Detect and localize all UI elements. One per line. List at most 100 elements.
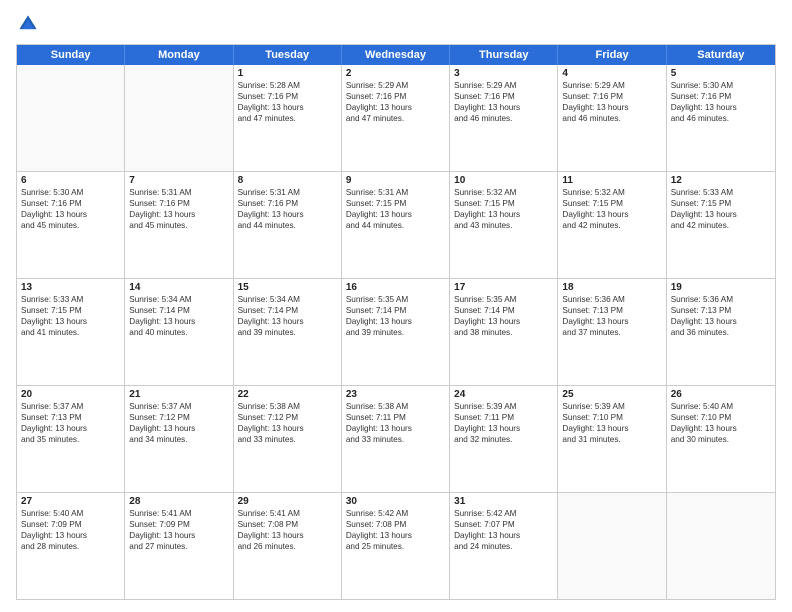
day-number: 10: [454, 175, 553, 186]
cell-line: and 39 minutes.: [346, 327, 445, 338]
day-number: 25: [562, 389, 661, 400]
cell-line: Sunrise: 5:33 AM: [671, 187, 771, 198]
day-number: 26: [671, 389, 771, 400]
cell-line: and 31 minutes.: [562, 434, 661, 445]
day-cell-22: 22Sunrise: 5:38 AMSunset: 7:12 PMDayligh…: [234, 386, 342, 492]
cell-line: Sunrise: 5:34 AM: [238, 294, 337, 305]
day-cell-29: 29Sunrise: 5:41 AMSunset: 7:08 PMDayligh…: [234, 493, 342, 599]
cell-line: and 42 minutes.: [562, 220, 661, 231]
day-cell-empty: [558, 493, 666, 599]
cell-line: Sunset: 7:12 PM: [129, 412, 228, 423]
day-number: 8: [238, 175, 337, 186]
cell-line: and 45 minutes.: [129, 220, 228, 231]
day-cell-7: 7Sunrise: 5:31 AMSunset: 7:16 PMDaylight…: [125, 172, 233, 278]
day-cell-1: 1Sunrise: 5:28 AMSunset: 7:16 PMDaylight…: [234, 65, 342, 171]
cell-line: and 46 minutes.: [454, 113, 553, 124]
cell-line: Sunrise: 5:41 AM: [238, 508, 337, 519]
cell-line: Sunset: 7:15 PM: [454, 198, 553, 209]
header-day-sunday: Sunday: [17, 45, 125, 65]
cell-line: and 44 minutes.: [238, 220, 337, 231]
day-cell-11: 11Sunrise: 5:32 AMSunset: 7:15 PMDayligh…: [558, 172, 666, 278]
cell-line: Sunrise: 5:32 AM: [454, 187, 553, 198]
day-number: 14: [129, 282, 228, 293]
day-number: 23: [346, 389, 445, 400]
cell-line: Daylight: 13 hours: [562, 209, 661, 220]
day-number: 22: [238, 389, 337, 400]
cell-line: Sunset: 7:09 PM: [129, 519, 228, 530]
cell-line: and 26 minutes.: [238, 541, 337, 552]
cell-line: Daylight: 13 hours: [346, 530, 445, 541]
cell-line: Sunrise: 5:31 AM: [238, 187, 337, 198]
cell-line: Sunrise: 5:29 AM: [562, 80, 661, 91]
logo: [16, 12, 44, 36]
day-cell-25: 25Sunrise: 5:39 AMSunset: 7:10 PMDayligh…: [558, 386, 666, 492]
cell-line: Daylight: 13 hours: [238, 209, 337, 220]
header-day-friday: Friday: [558, 45, 666, 65]
cell-line: Sunrise: 5:31 AM: [346, 187, 445, 198]
calendar-body: 1Sunrise: 5:28 AMSunset: 7:16 PMDaylight…: [17, 65, 775, 599]
cell-line: Daylight: 13 hours: [129, 316, 228, 327]
cell-line: Daylight: 13 hours: [238, 423, 337, 434]
cell-line: Daylight: 13 hours: [346, 209, 445, 220]
day-number: 9: [346, 175, 445, 186]
cell-line: Daylight: 13 hours: [454, 530, 553, 541]
day-number: 24: [454, 389, 553, 400]
cell-line: Sunrise: 5:30 AM: [671, 80, 771, 91]
cell-line: Sunset: 7:09 PM: [21, 519, 120, 530]
cell-line: Daylight: 13 hours: [562, 316, 661, 327]
cell-line: Sunset: 7:13 PM: [21, 412, 120, 423]
cell-line: Sunset: 7:14 PM: [454, 305, 553, 316]
day-number: 2: [346, 68, 445, 79]
day-cell-24: 24Sunrise: 5:39 AMSunset: 7:11 PMDayligh…: [450, 386, 558, 492]
cell-line: Daylight: 13 hours: [21, 316, 120, 327]
day-cell-empty: [125, 65, 233, 171]
cell-line: and 46 minutes.: [671, 113, 771, 124]
cell-line: Sunrise: 5:36 AM: [671, 294, 771, 305]
cell-line: Sunset: 7:10 PM: [671, 412, 771, 423]
day-number: 6: [21, 175, 120, 186]
cell-line: and 33 minutes.: [346, 434, 445, 445]
cell-line: Daylight: 13 hours: [346, 423, 445, 434]
day-number: 20: [21, 389, 120, 400]
cell-line: Sunset: 7:11 PM: [346, 412, 445, 423]
day-number: 27: [21, 496, 120, 507]
cell-line: Sunrise: 5:34 AM: [129, 294, 228, 305]
cell-line: Daylight: 13 hours: [129, 423, 228, 434]
day-cell-9: 9Sunrise: 5:31 AMSunset: 7:15 PMDaylight…: [342, 172, 450, 278]
day-number: 1: [238, 68, 337, 79]
cell-line: Sunrise: 5:41 AM: [129, 508, 228, 519]
cell-line: Sunrise: 5:29 AM: [454, 80, 553, 91]
day-number: 19: [671, 282, 771, 293]
day-number: 4: [562, 68, 661, 79]
cell-line: and 41 minutes.: [21, 327, 120, 338]
cell-line: Sunset: 7:15 PM: [562, 198, 661, 209]
cell-line: Sunrise: 5:32 AM: [562, 187, 661, 198]
cell-line: Sunset: 7:12 PM: [238, 412, 337, 423]
cell-line: Sunrise: 5:31 AM: [129, 187, 228, 198]
cell-line: Sunset: 7:16 PM: [238, 91, 337, 102]
cell-line: Sunrise: 5:40 AM: [21, 508, 120, 519]
cell-line: and 43 minutes.: [454, 220, 553, 231]
cell-line: Sunrise: 5:39 AM: [562, 401, 661, 412]
cell-line: Sunset: 7:16 PM: [454, 91, 553, 102]
header-day-saturday: Saturday: [667, 45, 775, 65]
cell-line: Daylight: 13 hours: [562, 102, 661, 113]
day-cell-14: 14Sunrise: 5:34 AMSunset: 7:14 PMDayligh…: [125, 279, 233, 385]
day-number: 21: [129, 389, 228, 400]
cell-line: Sunrise: 5:29 AM: [346, 80, 445, 91]
day-number: 13: [21, 282, 120, 293]
cell-line: Sunrise: 5:40 AM: [671, 401, 771, 412]
cell-line: Sunset: 7:16 PM: [129, 198, 228, 209]
cell-line: and 32 minutes.: [454, 434, 553, 445]
day-number: 18: [562, 282, 661, 293]
cell-line: Daylight: 13 hours: [21, 530, 120, 541]
cell-line: Daylight: 13 hours: [671, 102, 771, 113]
cell-line: Sunrise: 5:38 AM: [238, 401, 337, 412]
day-number: 29: [238, 496, 337, 507]
cell-line: Daylight: 13 hours: [454, 316, 553, 327]
day-cell-3: 3Sunrise: 5:29 AMSunset: 7:16 PMDaylight…: [450, 65, 558, 171]
cell-line: Sunset: 7:13 PM: [562, 305, 661, 316]
cell-line: and 40 minutes.: [129, 327, 228, 338]
cell-line: and 34 minutes.: [129, 434, 228, 445]
calendar: SundayMondayTuesdayWednesdayThursdayFrid…: [16, 44, 776, 600]
